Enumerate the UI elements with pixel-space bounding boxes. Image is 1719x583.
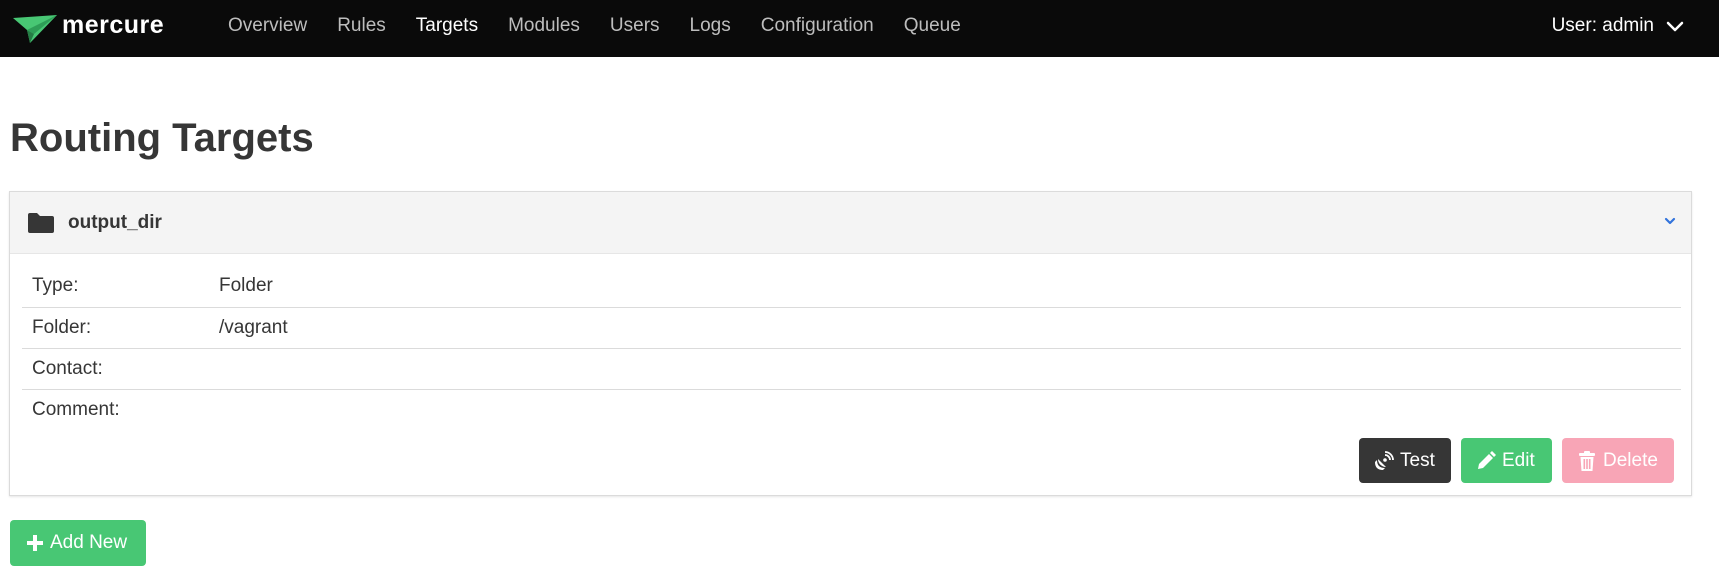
satellite-dish-icon: [1375, 450, 1394, 470]
user-menu-label: User: admin: [1551, 14, 1654, 36]
field-label-folder: Folder:: [22, 306, 209, 348]
table-row: Comment:: [22, 388, 1681, 430]
paper-plane-logo-icon: [13, 14, 57, 43]
page-title: Routing Targets: [10, 116, 314, 160]
field-value-folder: /vagrant: [209, 306, 1681, 348]
user-menu[interactable]: User: admin: [1552, 0, 1684, 57]
target-actions: Test Edit Delete: [1359, 438, 1674, 483]
nav-item-rules[interactable]: Rules: [322, 0, 401, 57]
field-label-contact: Contact:: [22, 347, 209, 389]
edit-button[interactable]: Edit: [1461, 438, 1552, 483]
folder-icon: [28, 212, 54, 233]
nav-item-logs[interactable]: Logs: [675, 0, 746, 57]
delete-button[interactable]: Delete: [1562, 438, 1674, 483]
table-row: Type: Folder: [22, 266, 1681, 307]
target-card-header[interactable]: output_dir: [10, 192, 1691, 254]
add-new-button[interactable]: Add New: [10, 520, 146, 566]
edit-button-label: Edit: [1502, 449, 1535, 471]
field-value-comment: [209, 388, 1681, 430]
nav-item-overview[interactable]: Overview: [213, 0, 322, 57]
plus-icon: [27, 535, 43, 551]
table-row: Contact:: [22, 347, 1681, 389]
test-button-label: Test: [1400, 449, 1435, 471]
target-details-table: Type: Folder Folder: /vagrant Contact: C…: [22, 266, 1681, 430]
trash-icon: [1579, 450, 1595, 471]
table-row: Folder: /vagrant: [22, 306, 1681, 348]
field-value-type: Folder: [219, 275, 273, 297]
brand-name: mercure: [62, 11, 165, 39]
chevron-down-icon: [1666, 21, 1684, 31]
nav-item-targets[interactable]: Targets: [401, 0, 493, 57]
pencil-icon: [1478, 450, 1496, 469]
nav-item-users[interactable]: Users: [595, 0, 675, 57]
target-name: output_dir: [68, 211, 162, 233]
field-label-comment: Comment:: [22, 388, 209, 430]
angle-down-icon[interactable]: [1663, 214, 1677, 228]
nav-menu: Overview Rules Targets Modules Users Log…: [213, 0, 976, 57]
field-value-contact: [209, 347, 1681, 389]
field-label-type: Type:: [32, 275, 79, 297]
nav-item-configuration[interactable]: Configuration: [746, 0, 889, 57]
brand[interactable]: mercure: [0, 0, 213, 57]
test-button[interactable]: Test: [1359, 438, 1451, 483]
nav-item-queue[interactable]: Queue: [889, 0, 976, 57]
add-new-button-label: Add New: [50, 532, 128, 553]
nav-item-modules[interactable]: Modules: [493, 0, 595, 57]
top-navbar: mercure Overview Rules Targets Modules U…: [0, 0, 1719, 57]
target-card: output_dir Type: Folder Folder: /vagrant…: [9, 191, 1692, 496]
delete-button-label: Delete: [1603, 449, 1658, 471]
